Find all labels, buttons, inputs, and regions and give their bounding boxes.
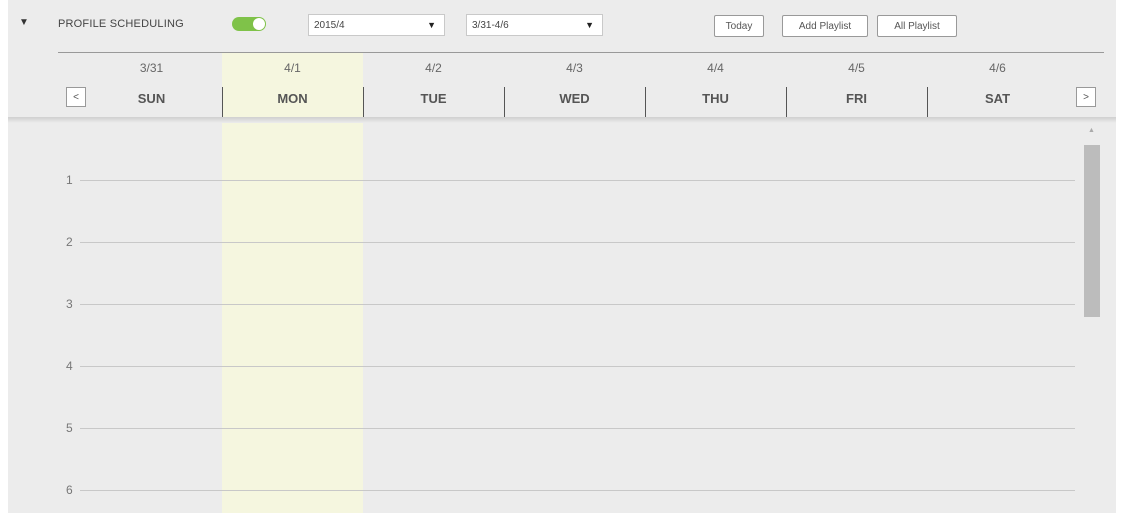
hour-line bbox=[80, 490, 1075, 491]
day-name: FRI bbox=[846, 91, 867, 106]
day-column-header[interactable]: 4/2 TUE bbox=[363, 53, 504, 118]
collapse-arrow-icon[interactable]: ▼ bbox=[19, 17, 29, 28]
scheduler-toolbar: ▼ PROFILE SCHEDULING 2015/4 ▼ 3/31-4/6 ▼… bbox=[8, 0, 1116, 52]
day-date: 4/5 bbox=[848, 61, 865, 75]
section-title: PROFILE SCHEDULING bbox=[58, 18, 184, 30]
day-column-header[interactable]: 4/5 FRI bbox=[786, 53, 927, 118]
scrollbar-thumb[interactable] bbox=[1084, 145, 1100, 317]
vertical-scrollbar[interactable]: ▲ bbox=[1082, 123, 1102, 513]
chevron-down-icon: ▼ bbox=[585, 20, 594, 30]
today-column-highlight bbox=[222, 123, 363, 513]
day-name: TUE bbox=[420, 91, 447, 106]
week-select[interactable]: 3/31-4/6 ▼ bbox=[466, 14, 603, 36]
scroll-up-icon[interactable]: ▲ bbox=[1088, 127, 1095, 134]
day-date: 4/3 bbox=[566, 61, 583, 75]
day-date: 3/31 bbox=[139, 61, 164, 75]
hour-line bbox=[80, 304, 1075, 305]
day-name: SAT bbox=[984, 91, 1011, 106]
hour-line bbox=[80, 366, 1075, 367]
next-week-button[interactable]: > bbox=[1076, 87, 1096, 107]
day-date: 4/1 bbox=[284, 61, 301, 75]
hour-label: 4 bbox=[66, 359, 73, 373]
day-column-header[interactable]: 4/3 WED bbox=[504, 53, 645, 118]
day-name: THU bbox=[702, 91, 729, 106]
day-date: 4/4 bbox=[707, 61, 724, 75]
scheduling-toggle[interactable] bbox=[232, 17, 266, 31]
hour-label: 2 bbox=[66, 235, 73, 249]
toggle-knob bbox=[253, 18, 265, 30]
hour-label: 3 bbox=[66, 297, 73, 311]
day-column-header[interactable]: 4/4 THU bbox=[645, 53, 786, 118]
all-playlist-button[interactable]: All Playlist bbox=[877, 15, 957, 37]
day-date: 4/6 bbox=[989, 61, 1006, 75]
day-name: MON bbox=[277, 91, 308, 106]
day-column-header[interactable]: 4/6 SAT bbox=[927, 53, 1068, 118]
month-select[interactable]: 2015/4 ▼ bbox=[308, 14, 445, 36]
today-button[interactable]: Today bbox=[714, 15, 764, 37]
schedule-grid[interactable]: 1 2 3 4 5 6 ▲ bbox=[8, 123, 1116, 513]
day-column-header-today[interactable]: 4/1 MON bbox=[222, 53, 363, 118]
hour-label: 5 bbox=[66, 421, 73, 435]
hour-line bbox=[80, 242, 1075, 243]
hour-label: 6 bbox=[66, 483, 73, 497]
chevron-down-icon: ▼ bbox=[427, 20, 436, 30]
add-playlist-button[interactable]: Add Playlist bbox=[782, 15, 868, 37]
hour-line bbox=[80, 428, 1075, 429]
scheduler-panel: ▼ PROFILE SCHEDULING 2015/4 ▼ 3/31-4/6 ▼… bbox=[8, 0, 1116, 513]
day-column-header[interactable]: 3/31 SUN bbox=[81, 53, 222, 118]
week-day-header: 3/31 SUN 4/1 MON 4/2 TUE 4/3 WED 4/4 THU… bbox=[8, 53, 1116, 118]
hour-line bbox=[80, 180, 1075, 181]
day-name: WED bbox=[559, 91, 590, 106]
day-date: 4/2 bbox=[425, 61, 442, 75]
day-name: SUN bbox=[137, 91, 166, 106]
hour-label: 1 bbox=[66, 173, 73, 187]
prev-week-button[interactable]: < bbox=[66, 87, 86, 107]
month-select-value: 2015/4 bbox=[314, 20, 345, 31]
week-select-value: 3/31-4/6 bbox=[472, 20, 509, 31]
